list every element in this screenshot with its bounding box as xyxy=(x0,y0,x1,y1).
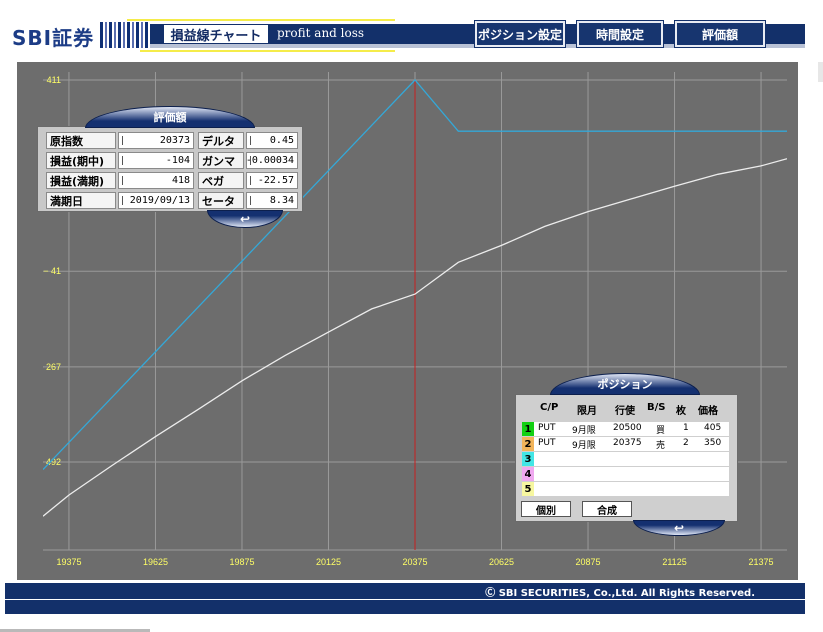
y-tick-label: − 41 xyxy=(43,266,61,276)
position-row-number: 3 xyxy=(522,452,534,466)
position-body: C/P 限月 行使 B/S 枚 価格 1 PUT 9月限 20500 買 1 405 2 PUT… xyxy=(515,394,738,522)
position-cell-qty: 2 xyxy=(683,438,689,448)
position-cell-month: 9月限 xyxy=(572,426,596,436)
position-cell-strike: 20375 xyxy=(613,438,642,448)
position-cell-cp: PUT xyxy=(538,438,556,448)
position-row-number: 5 xyxy=(522,482,534,496)
underlying-label: 原指数 xyxy=(46,132,116,149)
theta-value: 8.34 xyxy=(246,192,298,209)
valuation-button[interactable]: 評価額 xyxy=(674,20,766,48)
x-tick-label: 20125 xyxy=(316,557,341,567)
position-row-number: 2 xyxy=(522,437,534,451)
gamma-label: ガンマ xyxy=(198,152,244,169)
col-header-cp: C/P xyxy=(540,402,559,413)
position-row[interactable]: 3 xyxy=(522,452,729,466)
col-header-month: 限月 xyxy=(577,406,597,417)
theta-label: セータ xyxy=(198,192,244,209)
footer-bar: Ⓒ SBI SECURITIES, Co.,Ltd. All Rights Re… xyxy=(5,583,805,599)
y-tick-label: − 267 xyxy=(43,362,61,372)
underlying-value: 20373 xyxy=(118,132,194,149)
valuation-row: 損益(期中) -104 ガンマ -0.00034 xyxy=(46,152,298,170)
position-cell-price: 405 xyxy=(704,423,722,433)
app-header: SBI証券 損益線チャート profit and loss ポジション設定 時間… xyxy=(0,0,823,56)
position-panel-title: ポジション xyxy=(550,373,700,395)
position-cell-strike: 20500 xyxy=(613,423,642,433)
sbi-logo: SBI証券 xyxy=(12,26,95,50)
time-settings-button[interactable]: 時間設定 xyxy=(576,20,664,48)
header-stripes xyxy=(100,22,150,48)
position-row[interactable]: 2 PUT 9月限 20375 売 2 350 xyxy=(522,437,729,451)
position-cell-qty: 1 xyxy=(683,423,689,433)
valuation-panel-title: 評価額 xyxy=(85,106,255,128)
individual-button[interactable]: 個別 xyxy=(521,501,571,517)
col-header-bs: B/S xyxy=(647,402,666,413)
x-tick-label: 19875 xyxy=(229,557,254,567)
page-subtitle: profit and loss xyxy=(277,26,365,40)
return-icon: ↩ xyxy=(239,212,251,226)
x-tick-label: 20875 xyxy=(576,557,601,567)
window-edge xyxy=(818,62,823,82)
valuation-row: 損益(満期) 418 ベガ -22.57 xyxy=(46,172,298,190)
position-panel: C/P 限月 行使 B/S 枚 価格 1 PUT 9月限 20500 買 1 405 2 PUT… xyxy=(515,373,738,538)
position-cell-month: 9月限 xyxy=(572,441,596,451)
x-tick-label: 19375 xyxy=(56,557,81,567)
position-settings-button[interactable]: ポジション設定 xyxy=(474,20,566,48)
expiry-date-label: 満期日 xyxy=(46,192,116,209)
page-title: 損益線チャート xyxy=(163,24,269,44)
header-accent-line xyxy=(127,19,395,21)
expiry-date-value: 2019/09/13 xyxy=(118,192,194,209)
copyright-text: Ⓒ SBI SECURITIES, Co.,Ltd. All Rights Re… xyxy=(485,587,755,599)
position-row[interactable]: 1 PUT 9月限 20500 買 1 405 xyxy=(522,422,729,436)
x-tick-label: 21375 xyxy=(749,557,774,567)
combined-button[interactable]: 合成 xyxy=(582,501,632,517)
valuation-row: 原指数 20373 デルタ 0.45 xyxy=(46,132,298,150)
pnl-expiry-label: 損益(満期) xyxy=(46,172,116,189)
pnl-interim-label: 損益(期中) xyxy=(46,152,116,169)
valuation-panel: 原指数 20373 デルタ 0.45 損益(期中) -104 ガンマ -0.00… xyxy=(37,106,303,228)
y-tick-label: 411 xyxy=(47,75,61,85)
x-tick-label: 19625 xyxy=(143,557,168,567)
vega-label: ベガ xyxy=(198,172,244,189)
col-header-strike: 行使 xyxy=(615,406,635,417)
col-header-qty: 枚 xyxy=(676,406,686,417)
valuation-row: 満期日 2019/09/13 セータ 8.34 xyxy=(46,192,298,210)
return-icon: ↩ xyxy=(673,521,685,535)
position-row[interactable]: 4 xyxy=(522,467,729,481)
gamma-value: -0.00034 xyxy=(246,152,298,169)
delta-label: デルタ xyxy=(198,132,244,149)
footer-bar-bottom xyxy=(5,600,805,614)
position-row[interactable]: 5 xyxy=(522,482,729,496)
valuation-body: 原指数 20373 デルタ 0.45 損益(期中) -104 ガンマ -0.00… xyxy=(37,126,303,212)
pnl-expiry-value: 418 xyxy=(118,172,194,189)
position-cell-bs: 買 xyxy=(656,426,666,436)
header-accent-line xyxy=(140,50,395,52)
delta-value: 0.45 xyxy=(246,132,298,149)
position-back-button[interactable]: ↩ xyxy=(633,520,725,536)
position-row-number: 4 xyxy=(522,467,534,481)
position-cell-cp: PUT xyxy=(538,423,556,433)
x-tick-label: 21125 xyxy=(662,557,686,567)
pnl-interim-value: -104 xyxy=(118,152,194,169)
y-tick-label: − 492 xyxy=(43,457,61,467)
col-header-price: 価格 xyxy=(698,406,718,417)
x-tick-label: 20625 xyxy=(489,557,514,567)
position-cell-bs: 売 xyxy=(656,441,666,451)
position-cell-price: 350 xyxy=(704,438,722,448)
vega-value: -22.57 xyxy=(246,172,298,189)
x-tick-label: 20375 xyxy=(402,557,427,567)
valuation-back-button[interactable]: ↩ xyxy=(207,210,283,228)
position-row-number: 1 xyxy=(522,422,534,436)
